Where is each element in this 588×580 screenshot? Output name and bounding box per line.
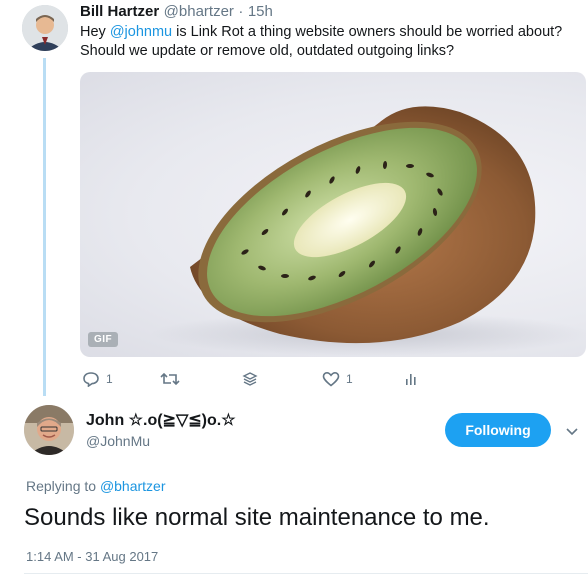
tweet-text-prefix: Hey	[80, 24, 110, 40]
author-name[interactable]: Bill Hartzer	[80, 3, 159, 20]
reply-author-name[interactable]: John ☆.o(≧▽≦)o.☆	[86, 410, 236, 430]
divider	[24, 573, 588, 574]
reply-author-handle[interactable]: @JohnMu	[86, 433, 236, 449]
replying-to-label: Replying to	[26, 478, 97, 494]
replying-to-handle[interactable]: @bhartzer	[100, 478, 166, 494]
more-options[interactable]	[565, 424, 579, 442]
kiwi-image-icon	[150, 106, 586, 356]
chevron-down-icon	[566, 428, 578, 436]
following-button[interactable]: Following	[445, 413, 551, 447]
like-action[interactable]: 1	[322, 371, 353, 387]
tweet-text-line1: Hey @johnmu is Link Rot a thing website …	[80, 23, 580, 42]
retweet-icon	[160, 372, 180, 386]
reply-text: Sounds like normal site maintenance to m…	[24, 504, 490, 531]
tweet-text-line2: Should we update or remove old, outdated…	[80, 43, 455, 59]
analytics-action[interactable]	[404, 371, 418, 387]
reply-header: John ☆.o(≧▽≦)o.☆ @JohnMu	[86, 410, 236, 449]
analytics-icon	[406, 374, 416, 385]
bill-hartzer-avatar-icon	[22, 5, 68, 51]
tweet-time[interactable]: 15h	[248, 3, 273, 20]
separator: ·	[238, 3, 244, 20]
avatar[interactable]	[22, 5, 68, 51]
john-mu-avatar-icon	[24, 405, 74, 455]
replying-to: Replying to @bhartzer	[26, 478, 166, 494]
author-handle[interactable]: @bhartzer	[164, 3, 234, 20]
like-count: 1	[346, 372, 353, 386]
reply-icon	[83, 372, 99, 387]
reply-timestamp[interactable]: 1:14 AM - 31 Aug 2017	[26, 549, 158, 564]
avatar[interactable]	[24, 405, 74, 455]
gif-media[interactable]: GIF	[80, 72, 586, 357]
tweet-text: Hey @johnmu is Link Rot a thing website …	[80, 23, 580, 61]
mention-link[interactable]: @johnmu	[110, 24, 172, 40]
direct-message-action[interactable]	[242, 371, 258, 387]
gif-badge: GIF	[88, 332, 119, 347]
reply-action[interactable]: 1	[82, 371, 113, 387]
tweet-text-rest: is Link Rot a thing website owners shoul…	[172, 24, 563, 40]
stack-icon	[242, 372, 258, 386]
retweet-action[interactable]	[160, 371, 186, 387]
reply-count: 1	[106, 372, 113, 386]
thread-connector-line	[43, 58, 46, 396]
heart-icon	[322, 371, 340, 387]
tweet-header: Bill Hartzer @bhartzer · 15h	[80, 3, 273, 21]
